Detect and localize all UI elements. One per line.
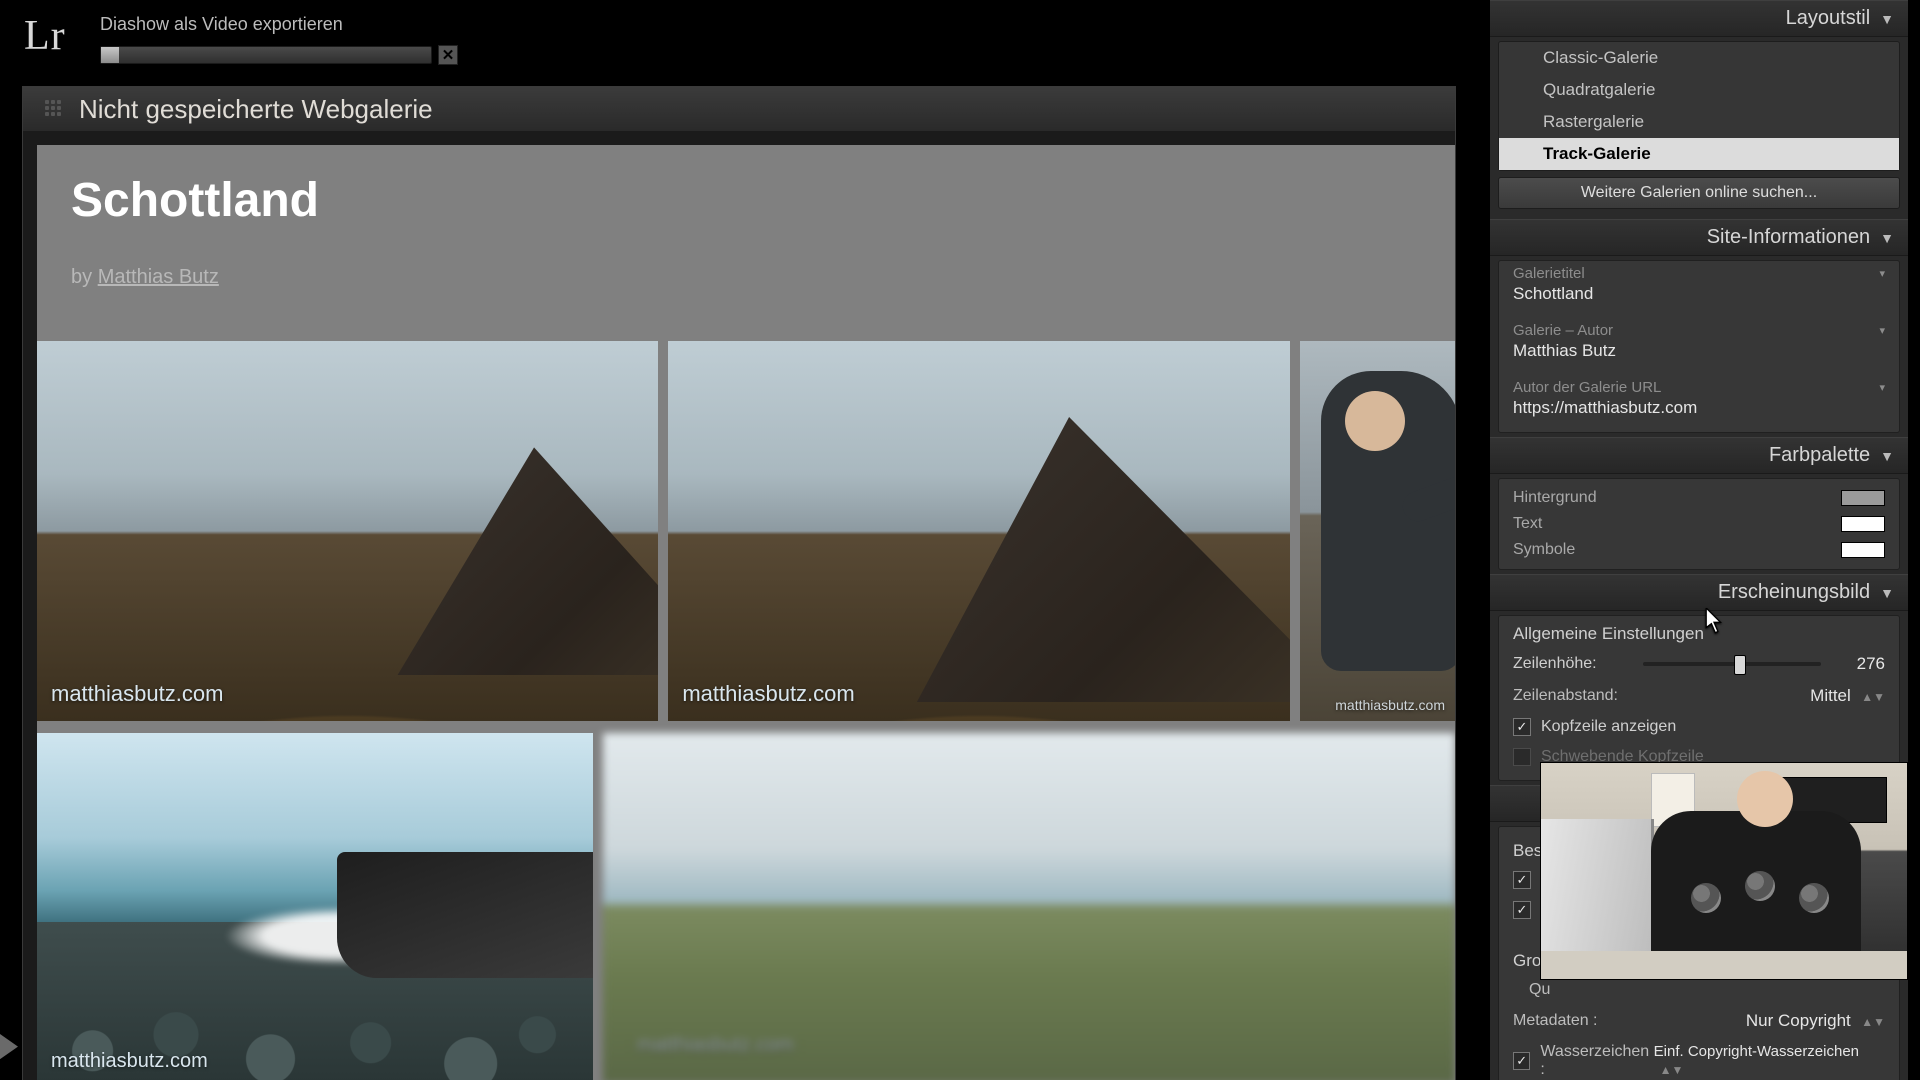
symbol-color-swatch[interactable] (1841, 542, 1885, 558)
galerie-autor-label: Galerie – Autor (1513, 322, 1613, 339)
metadata-label: Metadaten : (1513, 1012, 1598, 1030)
chevron-down-icon: ▼ (1880, 11, 1894, 27)
watermark: matthiasbutz.com (1335, 697, 1445, 713)
text-color-label: Text (1513, 515, 1542, 533)
export-progressbar (100, 46, 432, 64)
chevron-down-icon: ▼ (1880, 448, 1894, 464)
watermark: matthiasbutz.com (51, 681, 223, 707)
watermark-label: Wasserzeichen : (1540, 1043, 1653, 1079)
gallery-author-link[interactable]: Matthias Butz (98, 266, 219, 288)
gallery-image[interactable]: matthiasbutz.com (603, 733, 1455, 1080)
left-panel-flyout-icon[interactable] (0, 1034, 18, 1058)
section-erscheinungsbild[interactable]: Erscheinungsbild▼ (1490, 574, 1908, 611)
bg-color-label: Hintergrund (1513, 489, 1597, 507)
titel-checkbox[interactable] (1513, 871, 1531, 889)
gallery-image[interactable]: matthiasbutz.com (668, 341, 1289, 721)
layout-option[interactable]: Track-Galerie (1499, 138, 1899, 170)
rowheight-value[interactable]: 276 (1831, 654, 1885, 674)
layout-option[interactable]: Classic-Galerie (1499, 42, 1899, 74)
show-header-label: Kopfzeile anzeigen (1541, 718, 1676, 736)
bg-color-swatch[interactable] (1841, 490, 1885, 506)
rowspacing-value[interactable]: Mittel (1810, 686, 1851, 705)
dropdown-icon[interactable]: ▾ (1879, 324, 1885, 337)
symbol-color-label: Symbole (1513, 541, 1575, 559)
export-cancel-button[interactable]: ✕ (438, 45, 458, 65)
stepper-icon[interactable]: ▲▼ (1660, 1063, 1684, 1077)
rowheight-label: Zeilenhöhe: (1513, 655, 1633, 673)
app-logo: Lr (0, 0, 66, 60)
watermark: matthiasbutz.com (682, 681, 854, 707)
gallery-byline: by Matthias Butz (71, 266, 1421, 289)
section-layoutstil[interactable]: Layoutstil▼ (1490, 0, 1908, 37)
gallery-title: Schottland (71, 173, 1421, 228)
watermark: matthiasbutz.com (637, 1034, 794, 1057)
dropdown-icon[interactable]: ▾ (1879, 267, 1885, 280)
gallery-image[interactable]: matthiasbutz.com (37, 341, 658, 721)
galerie-url-label: Autor der Galerie URL (1513, 379, 1661, 396)
layout-option[interactable]: Rastergalerie (1499, 106, 1899, 138)
chevron-down-icon: ▼ (1880, 585, 1894, 601)
drag-grip-icon[interactable] (45, 100, 63, 118)
gallery-image[interactable]: matthiasbutz.com (1300, 341, 1455, 721)
preview-title: Nicht gespeicherte Webgalerie (79, 94, 433, 125)
galerietitel-label: Galerietitel (1513, 265, 1585, 282)
preview-header: Nicht gespeicherte Webgalerie (23, 87, 1455, 131)
gallery-image[interactable]: matthiasbutz.com (37, 733, 593, 1080)
text-color-swatch[interactable] (1841, 516, 1885, 532)
chevron-down-icon: ▼ (1880, 230, 1894, 246)
more-galleries-button[interactable]: Weitere Galerien online suchen... (1498, 177, 1900, 209)
stepper-icon[interactable]: ▲▼ (1861, 690, 1885, 704)
galerietitel-input[interactable]: Schottland (1513, 282, 1885, 310)
floating-header-checkbox (1513, 748, 1531, 766)
rowspacing-label: Zeilenabstand: (1513, 687, 1618, 705)
watermark-checkbox[interactable] (1513, 1052, 1530, 1070)
quality-label: Qu (1529, 981, 1550, 999)
galerie-url-input[interactable]: https://matthiasbutz.com (1513, 396, 1885, 424)
watermark: matthiasbutz.com (51, 1050, 208, 1073)
stepper-icon[interactable]: ▲▼ (1861, 1015, 1885, 1029)
layout-option[interactable]: Quadratgalerie (1499, 74, 1899, 106)
section-farbpalette[interactable]: Farbpalette▼ (1490, 437, 1908, 474)
watermark-value[interactable]: Einf. Copyright-Wasserzeichen (1654, 1043, 1859, 1060)
rowheight-slider[interactable] (1643, 662, 1821, 666)
metadata-value[interactable]: Nur Copyright (1746, 1011, 1851, 1030)
show-header-checkbox[interactable] (1513, 718, 1531, 736)
galerie-autor-input[interactable]: Matthias Butz (1513, 339, 1885, 367)
webcam-overlay (1540, 762, 1908, 980)
beschreibung-checkbox[interactable] (1513, 901, 1531, 919)
web-gallery-preview[interactable]: Schottland by Matthias Butz matthiasbutz… (37, 145, 1455, 1080)
dropdown-icon[interactable]: ▾ (1879, 381, 1885, 394)
general-settings-label: Allgemeine Einstellungen (1499, 616, 1899, 648)
video-export-progress: Diashow als Video exportieren ✕ (100, 14, 470, 65)
section-site-info[interactable]: Site-Informationen▼ (1490, 219, 1908, 256)
export-title: Diashow als Video exportieren (100, 14, 470, 35)
